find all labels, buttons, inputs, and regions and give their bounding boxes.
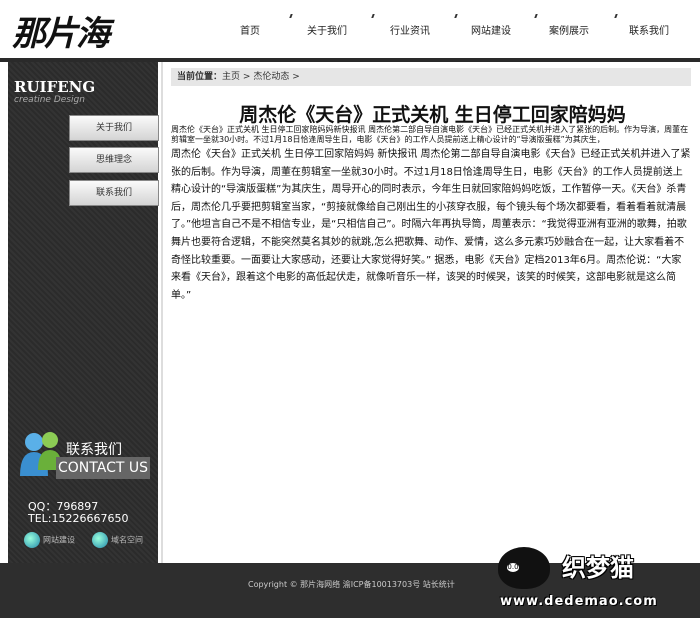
nav-separator bbox=[289, 14, 293, 18]
sidebar-item-philosophy[interactable]: 思维理念 bbox=[69, 147, 159, 173]
nav-home[interactable]: 首页 bbox=[240, 22, 260, 37]
main-nav: 首页 关于我们 行业资讯 网站建设 案例展示 联系我们 bbox=[200, 0, 700, 58]
site-header: 那片海 首页 关于我们 行业资讯 网站建设 案例展示 联系我们 bbox=[0, 0, 700, 58]
sidebar: RUIFENG creatine Design 关于我们 思维理念 联系我们 联… bbox=[8, 62, 159, 563]
sidebar-item-about[interactable]: 关于我们 bbox=[69, 115, 159, 141]
breadcrumb-separator: > bbox=[242, 72, 251, 82]
breadcrumb-home[interactable]: 主页 bbox=[222, 72, 240, 82]
article-title: 周杰伦《天台》正式关机 生日停工回家陪妈妈 bbox=[239, 104, 626, 126]
breadcrumb-section[interactable]: 杰伦动态 bbox=[253, 72, 289, 82]
watermark-name: 织梦猫 bbox=[562, 553, 634, 582]
contact-heading-cn: 联系我们 bbox=[66, 442, 122, 458]
watermark-cat-logo: 0.0 bbox=[498, 547, 550, 589]
breadcrumb-separator: > bbox=[292, 72, 300, 82]
link-web-build[interactable]: 网站建设 bbox=[24, 532, 75, 548]
article-body: 周杰伦《天台》正式关机 生日停工回家陪妈妈 新快报讯 周杰伦第二部自导自演电影《… bbox=[171, 149, 691, 301]
sidebar-item-contact[interactable]: 联系我们 bbox=[69, 180, 159, 206]
nav-cases[interactable]: 案例展示 bbox=[549, 22, 589, 37]
contact-heading-en: CONTACT US bbox=[56, 457, 150, 479]
sidebar-brand-sub: creatine Design bbox=[14, 95, 85, 105]
watermark-cat-eyes: 0.0 bbox=[507, 563, 519, 572]
nav-news[interactable]: 行业资讯 bbox=[390, 22, 430, 37]
article-summary: 周杰伦《天台》正式关机 生日停工回家陪妈妈新快报讯 周杰伦第二部自导自演电影《天… bbox=[171, 125, 689, 144]
link-domain-hosting-label: 域名空间 bbox=[111, 535, 143, 545]
globe-icon bbox=[24, 532, 40, 548]
watermark-url: www.dedemao.com bbox=[500, 594, 658, 609]
nav-separator bbox=[534, 14, 538, 18]
nav-about[interactable]: 关于我们 bbox=[307, 22, 347, 37]
link-web-build-label: 网站建设 bbox=[43, 535, 75, 545]
sidebar-brand: RUIFENG bbox=[14, 78, 96, 96]
contact-tel: TEL:15226667650 bbox=[28, 512, 129, 525]
nav-web-build[interactable]: 网站建设 bbox=[471, 22, 511, 37]
breadcrumb-label: 当前位置： bbox=[177, 72, 223, 82]
globe-icon bbox=[92, 532, 108, 548]
nav-separator bbox=[371, 14, 375, 18]
footer-copyright: Copyright © 那片海网络 渝ICP备10013703号 站长统计 bbox=[248, 580, 455, 589]
nav-separator bbox=[614, 14, 618, 18]
nav-contact[interactable]: 联系我们 bbox=[629, 22, 669, 37]
breadcrumb: 当前位置：主页 > 杰伦动态 > bbox=[171, 68, 691, 86]
nav-separator bbox=[454, 14, 458, 18]
main-content: 当前位置：主页 > 杰伦动态 > 周杰伦《天台》正式关机 生日停工回家陪妈妈 周… bbox=[161, 62, 700, 563]
link-domain-hosting[interactable]: 域名空间 bbox=[92, 532, 143, 548]
site-logo[interactable]: 那片海 bbox=[12, 6, 110, 55]
